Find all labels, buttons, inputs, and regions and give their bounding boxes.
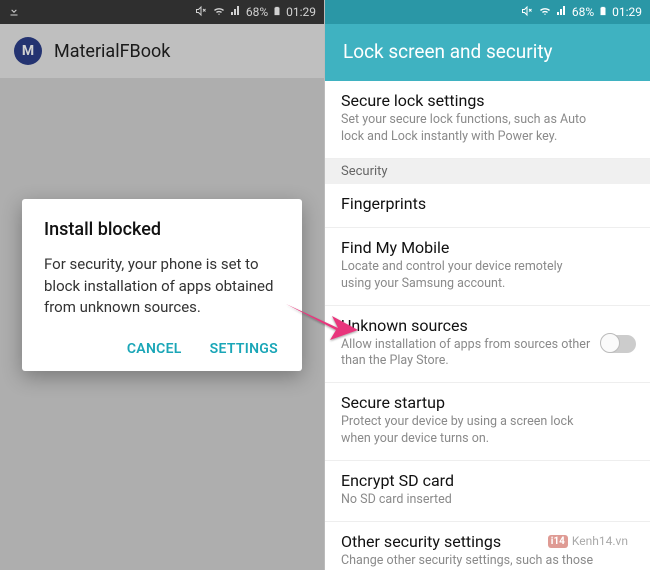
statusbar-right: 68% 01:29 [325,0,650,24]
phone-right: 68% 01:29 Lock screen and security Secur… [325,0,650,570]
wifi-icon [538,5,552,20]
settings-button[interactable]: SETTINGS [210,341,278,357]
item-secure-lock-settings[interactable]: Secure lock settings Set your secure loc… [325,81,650,159]
dialog-actions: CANCEL SETTINGS [44,335,280,361]
setting-subtitle: Allow installation of apps from sources … [341,337,634,371]
item-fingerprints[interactable]: Fingerprints [325,184,650,228]
setting-subtitle: No SD card inserted [341,492,634,509]
item-encrypt-sd[interactable]: Encrypt SD card No SD card inserted [325,461,650,522]
unknown-sources-toggle[interactable] [602,335,636,353]
watermark-text: Kenh14.vn [572,534,628,548]
setting-subtitle: Change other security settings, such as … [341,553,634,570]
clock-time: 01:29 [612,5,642,19]
settings-header: Lock screen and security [325,24,650,81]
dialog-body: For security, your phone is set to block… [44,254,280,319]
item-find-my-mobile[interactable]: Find My Mobile Locate and control your d… [325,228,650,306]
dialog-title: Install blocked [44,219,280,240]
setting-title: Secure startup [341,393,634,412]
watermark-badge: i14 [548,535,568,548]
battery-percent: 68% [572,5,594,19]
signal-icon [556,5,568,20]
setting-title: Unknown sources [341,316,634,335]
cancel-button[interactable]: CANCEL [127,341,182,357]
setting-subtitle: Locate and control your device remotely … [341,259,634,293]
phone-left: 68% 01:29 M MaterialFBook Install blocke… [0,0,325,570]
section-header-security: Security [325,159,650,184]
dialog-overlay: Install blocked For security, your phone… [0,0,324,570]
battery-icon [598,4,608,21]
setting-title: Fingerprints [341,194,634,213]
mute-icon [520,5,534,20]
setting-subtitle: Set your secure lock functions, such as … [341,112,634,146]
setting-title: Secure lock settings [341,91,634,110]
install-blocked-dialog: Install blocked For security, your phone… [22,199,302,371]
setting-title: Encrypt SD card [341,471,634,490]
setting-subtitle: Protect your device by using a screen lo… [341,414,634,448]
item-secure-startup[interactable]: Secure startup Protect your device by us… [325,383,650,461]
item-unknown-sources[interactable]: Unknown sources Allow installation of ap… [325,306,650,384]
watermark: i14 Kenh14.vn [548,534,628,548]
setting-title: Find My Mobile [341,238,634,257]
toggle-knob [600,333,620,353]
